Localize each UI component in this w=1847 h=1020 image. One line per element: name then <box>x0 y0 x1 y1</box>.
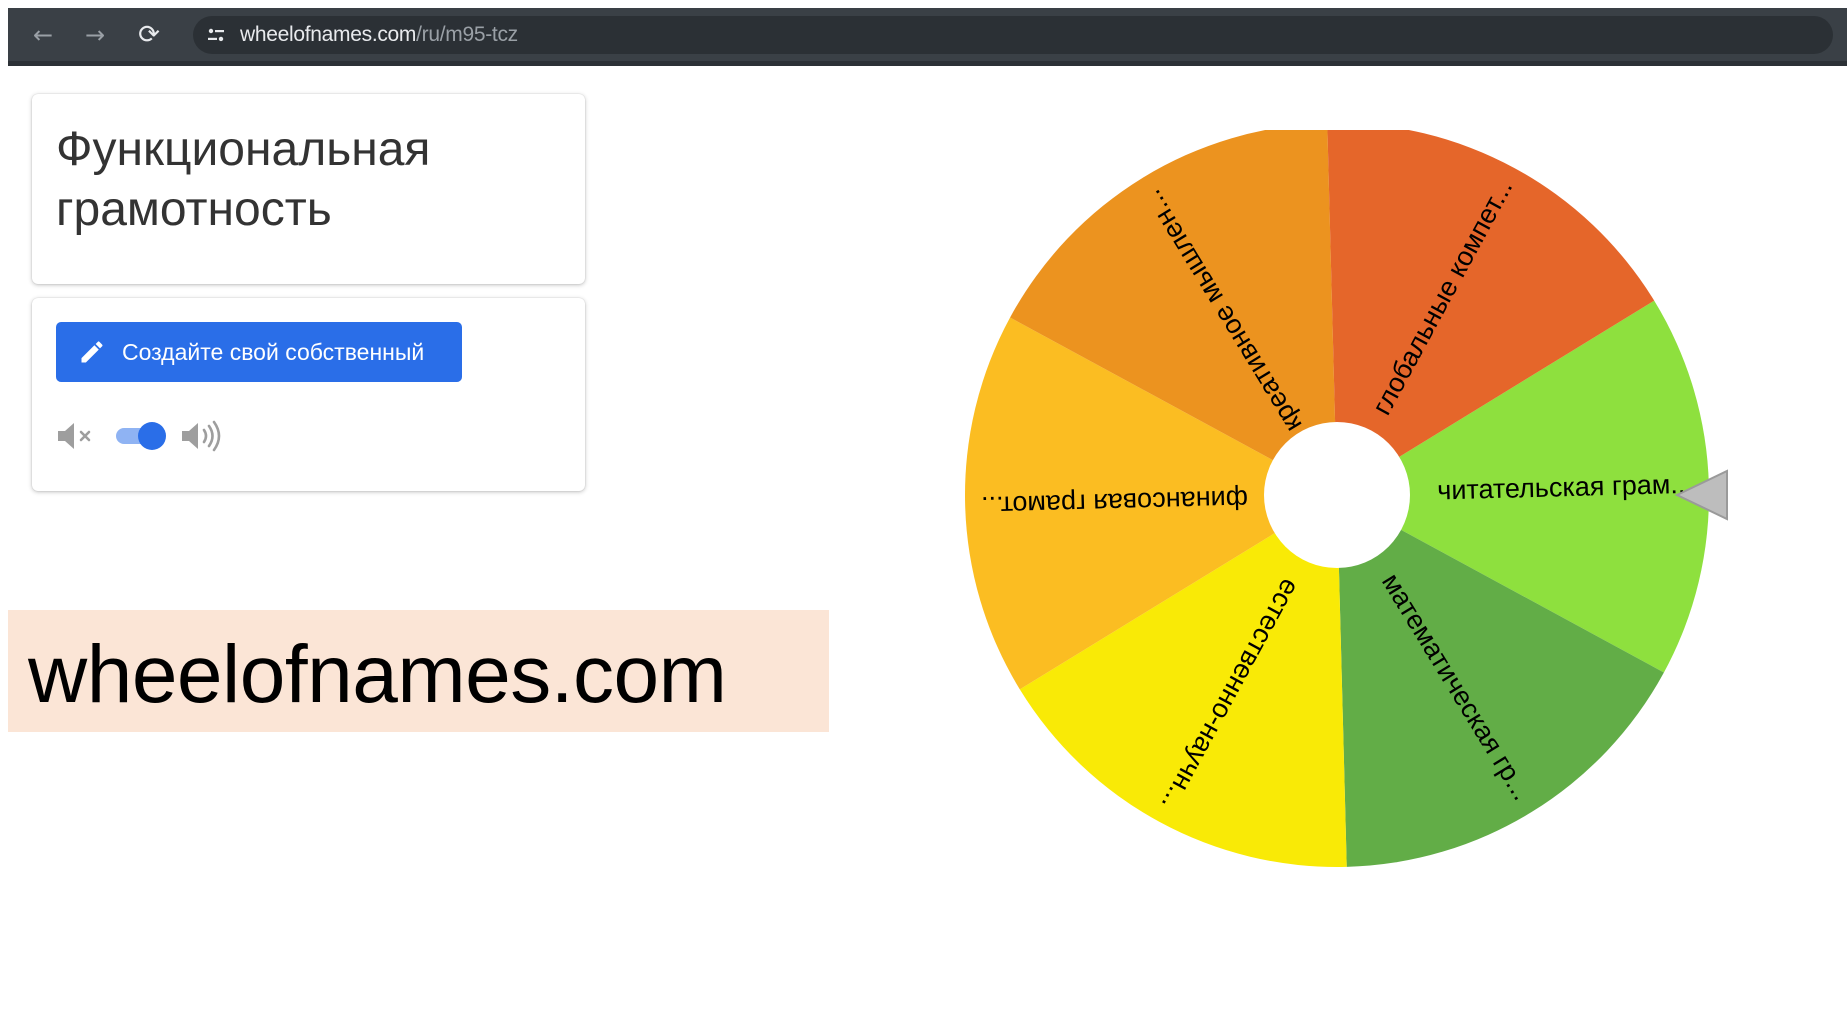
address-bar[interactable]: wheelofnames.com/ru/m95-tcz <box>193 16 1833 54</box>
controls-card: Создайте свой собственный <box>32 298 585 491</box>
wheel-center-hub[interactable] <box>1264 422 1410 568</box>
wheel-of-names[interactable]: читательская грам...математическая гр...… <box>880 130 1847 1020</box>
sound-on-icon[interactable] <box>180 418 228 454</box>
pencil-icon <box>81 341 103 363</box>
wheel-title-card[interactable]: Функциональная грамотность <box>32 94 585 284</box>
back-arrow-icon[interactable]: ← <box>28 20 58 50</box>
caption-box: wheelofnames.com <box>8 610 829 732</box>
site-info-icon[interactable] <box>207 26 225 44</box>
url-host: wheelofnames.com <box>240 23 417 46</box>
sound-toggle[interactable] <box>114 422 166 450</box>
reload-icon[interactable]: ⟳ <box>134 20 164 50</box>
create-button-label: Создайте свой собственный <box>122 338 425 365</box>
sound-toggle-knob <box>138 422 166 450</box>
browser-toolbar: ← → ⟳ wheelofnames.com/ru/m95-tcz <box>8 8 1847 66</box>
caption-text: wheelofnames.com <box>28 629 727 720</box>
wheel-title: Функциональная грамотность <box>56 123 431 236</box>
url-path: /ru/m95-tcz <box>416 23 518 46</box>
forward-arrow-icon[interactable]: → <box>80 20 110 50</box>
create-your-own-button[interactable]: Создайте свой собственный <box>56 322 462 382</box>
url-text: wheelofnames.com/ru/m95-tcz <box>240 16 518 54</box>
sound-off-icon[interactable] <box>56 420 102 452</box>
